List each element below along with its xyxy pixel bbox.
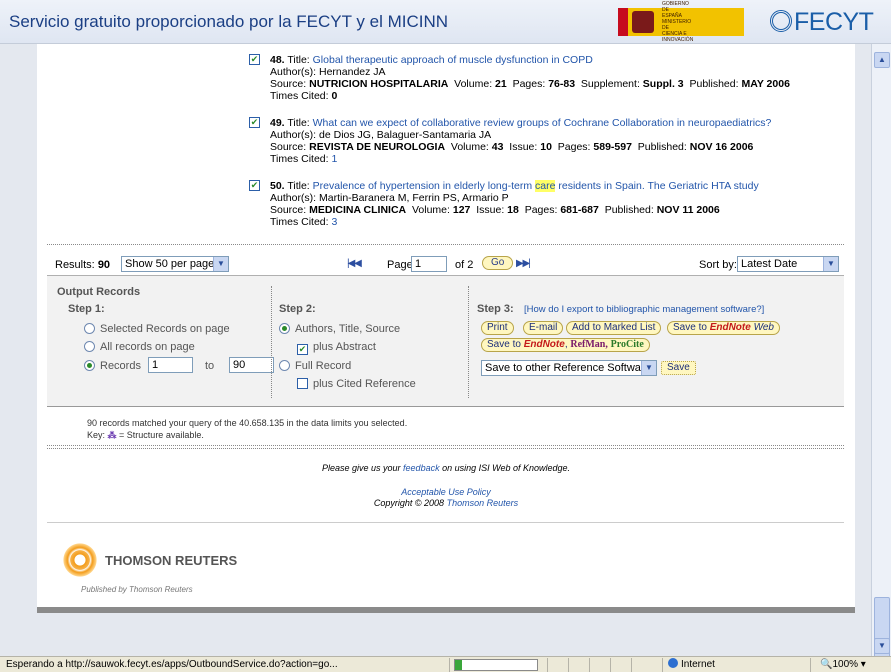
service-banner: Servicio gratuito proporcionado por la F…	[0, 0, 891, 44]
times-cited-link[interactable]: 1	[331, 153, 337, 165]
feedback-line: Please give us your feedback on using IS…	[321, 463, 571, 473]
email-button[interactable]: E-mail	[523, 321, 564, 335]
published-by-text: Published by Thomson Reuters	[81, 585, 193, 594]
gov-logo-text: GOBIERNO DE ESPAÑA MINISTERIO DE CIENCIA…	[662, 1, 694, 43]
record-number: 48.	[270, 54, 285, 66]
divider	[47, 244, 844, 245]
scroll-down-icon[interactable]: ▼	[874, 638, 890, 654]
vertical-scrollbar[interactable]: ▲ ▼	[871, 44, 891, 671]
loading-progress	[454, 659, 538, 671]
sort-select[interactable]: Latest Date ▼	[737, 256, 839, 272]
export-help-link[interactable]: [How do I export to bibliographic manage…	[524, 304, 764, 315]
record-authors: Author(s): Martin-Baranera M, Ferrin PS,…	[270, 192, 509, 204]
page-number-input[interactable]: 1	[411, 256, 447, 272]
step-divider	[271, 286, 272, 398]
times-cited: Times Cited: 0	[270, 90, 338, 102]
page-label: Page	[387, 259, 413, 271]
thomson-reuters-link[interactable]: Thomson Reuters	[447, 498, 519, 508]
step-divider	[468, 286, 469, 398]
record-source: Source: REVISTA DE NEUROLOGIA Volume: 43…	[270, 141, 754, 153]
site-title: Servicio gratuito proporcionado por la F…	[9, 12, 449, 31]
structure-icon: ⁂	[107, 430, 117, 440]
plus-cited-reference-checkbox[interactable]: plus Cited Reference	[297, 378, 416, 390]
matched-records-text: 90 records matched your query of the 40.…	[87, 418, 408, 428]
radio-authors-title-source[interactable]: Authors, Title, Source	[279, 323, 400, 335]
thomson-reuters-name: THOMSON REUTERS	[105, 553, 238, 568]
range-to-label: to	[205, 360, 215, 372]
prev-page-icon[interactable]: |◀ ◀	[347, 258, 362, 269]
page-bottom-bar	[37, 607, 855, 613]
save-button[interactable]: Save	[661, 361, 696, 375]
chevron-down-icon: ▼	[823, 257, 838, 271]
times-cited-link[interactable]: 3	[331, 216, 337, 228]
step2-label: Step 2:	[279, 303, 316, 315]
fecyt-ring-icon	[770, 10, 792, 32]
spanish-flag-icon	[618, 8, 628, 36]
security-zone: Internet	[668, 658, 768, 672]
scroll-up-icon[interactable]: ▲	[874, 52, 890, 68]
go-button[interactable]: Go	[482, 256, 514, 270]
progress-fill	[455, 660, 462, 670]
status-text: Esperando a http://sauwok.fecyt.es/apps/…	[6, 659, 338, 670]
divider	[47, 406, 844, 407]
record-number: 49.	[270, 117, 285, 129]
page-total: of 2	[455, 259, 474, 271]
add-to-marked-list-button[interactable]: Add to Marked List	[566, 321, 662, 335]
save-to-endnote-refman-procite-button[interactable]: Save to EndNote, RefMan, ProCite	[481, 338, 650, 352]
per-page-select[interactable]: Show 50 per page ▼	[121, 256, 229, 272]
divider	[47, 522, 844, 523]
radio-full-record[interactable]: Full Record	[279, 360, 351, 372]
plus-abstract-checkbox[interactable]: ✔ plus Abstract	[297, 341, 376, 355]
fecyt-logo[interactable]: FECYT	[770, 8, 874, 37]
times-cited: Times Cited: 3	[270, 216, 338, 228]
record-title-link[interactable]: What can we expect of collaborative revi…	[313, 117, 772, 129]
step1-label: Step 1:	[68, 303, 105, 315]
chevron-down-icon: ▼	[641, 361, 656, 375]
divider	[47, 448, 844, 449]
gobierno-logo: GOBIERNO DE ESPAÑA MINISTERIO DE CIENCIA…	[618, 1, 744, 43]
record-checkbox[interactable]: ✔	[249, 180, 260, 191]
times-cited: Times Cited: 1	[270, 153, 338, 165]
radio-selected-records[interactable]: Selected Records on page	[84, 323, 230, 335]
radio-records-range[interactable]: Records	[84, 360, 141, 372]
record-title-link[interactable]: Global therapeutic approach of muscle dy…	[313, 54, 593, 66]
results-count: Results: 90	[55, 259, 111, 271]
copyright-line: Copyright © 2008 Thomson Reuters	[373, 498, 519, 508]
coat-of-arms-icon	[632, 11, 654, 33]
record-checkbox[interactable]: ✔	[249, 117, 260, 128]
record-source: Source: NUTRICION HOSPITALARIA Volume: 2…	[270, 78, 790, 90]
key-legend: Key: ⁂ = Structure available.	[87, 430, 204, 440]
records-to-input[interactable]: 90	[229, 357, 274, 373]
record-number: 50.	[270, 180, 285, 192]
zoom-level[interactable]: 🔍100% ▾	[820, 658, 880, 672]
divider	[47, 445, 844, 446]
aup-line: Acceptable Use Policy	[37, 487, 855, 497]
save-to-endnote-web-button[interactable]: Save to EndNote Web	[667, 321, 780, 335]
output-records-header: Output Records	[57, 286, 141, 298]
other-software-select[interactable]: Save to other Reference Software ▼	[481, 360, 657, 376]
results-page: ✔ 48. Title: Global therapeutic approach…	[37, 44, 855, 612]
radio-all-records[interactable]: All records on page	[84, 341, 195, 353]
globe-icon	[668, 658, 678, 668]
records-from-input[interactable]: 1	[148, 357, 193, 373]
record-authors: Author(s): Hernandez JA	[270, 66, 386, 78]
output-records-panel: Output Records Step 1: Selected Records …	[47, 275, 844, 407]
chevron-down-icon: ▼	[213, 257, 228, 271]
next-page-icon[interactable]: ▶ ▶|	[516, 258, 531, 269]
record-title-link[interactable]: Prevalence of hypertension in elderly lo…	[313, 180, 759, 192]
acceptable-use-policy-link[interactable]: Acceptable Use Policy	[401, 487, 491, 497]
record-authors: Author(s): de Dios JG, Balaguer-Santamar…	[270, 129, 492, 141]
status-bar: Esperando a http://sauwok.fecyt.es/apps/…	[0, 656, 891, 672]
feedback-link[interactable]: feedback	[403, 463, 440, 473]
record-checkbox[interactable]: ✔	[249, 54, 260, 65]
record-source: Source: MEDICINA CLINICA Volume: 127 Iss…	[270, 204, 720, 216]
sort-label: Sort by:	[699, 259, 737, 271]
zoom-icon: 🔍	[820, 659, 833, 670]
thomson-reuters-mark-icon	[63, 543, 97, 577]
step3-label: Step 3:	[477, 303, 514, 315]
print-button[interactable]: Print	[481, 321, 514, 335]
